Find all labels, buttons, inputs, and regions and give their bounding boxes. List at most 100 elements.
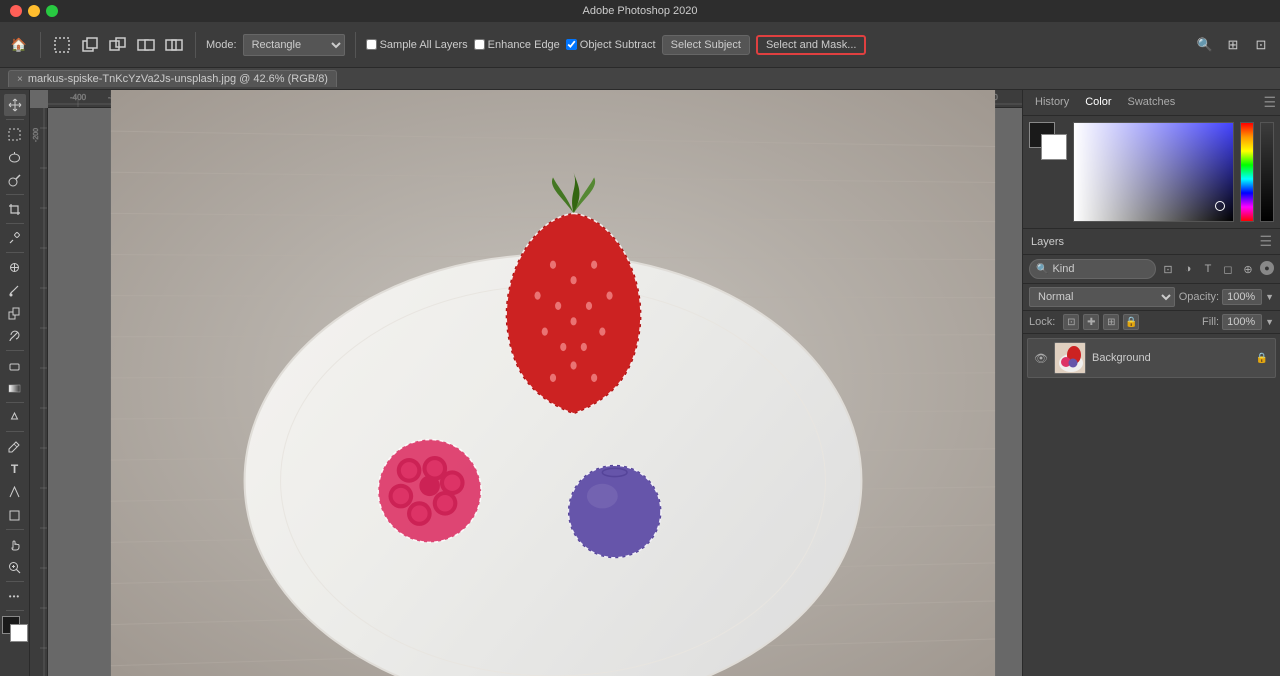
blend-mode-select[interactable]: Normal Multiply Screen (1029, 287, 1175, 307)
gradient-tool-button[interactable] (4, 377, 26, 399)
color-alpha-bar[interactable] (1260, 122, 1274, 222)
search-icon[interactable]: 🔍 (1194, 34, 1216, 56)
tab-color[interactable]: Color (1077, 94, 1119, 112)
layers-list: 👁 Background 🔒 (1023, 334, 1280, 676)
layers-filter-icons: ⊡ ◑ T ◻ ⊕ ● (1160, 261, 1274, 277)
main-area: T ••• (0, 90, 1280, 676)
arrange-icon[interactable]: ⊞ (1222, 34, 1244, 56)
layer-smart-filter-icon[interactable]: ⊕ (1240, 261, 1256, 277)
layer-row[interactable]: 👁 Background 🔒 (1027, 338, 1276, 378)
lock-all-icon[interactable]: 🔒 (1123, 314, 1139, 330)
color-picker-area (1023, 116, 1280, 228)
brush-tool-button[interactable] (4, 279, 26, 301)
layer-shape-filter-icon[interactable]: ◻ (1220, 261, 1236, 277)
tool-separator-3 (6, 223, 24, 224)
object-subtract-group[interactable]: Object Subtract (566, 39, 656, 51)
tab-close-icon[interactable]: × (17, 74, 23, 85)
layer-visibility-toggle[interactable]: 👁 (1034, 351, 1048, 365)
home-icon[interactable]: 🏠 (8, 34, 30, 56)
blur-tool-button[interactable] (4, 406, 26, 428)
tool-separator-8 (6, 529, 24, 530)
expand-icon[interactable]: ⊡ (1250, 34, 1272, 56)
subtract-selection-icon[interactable] (135, 34, 157, 56)
color-spectrum-bar[interactable] (1240, 122, 1254, 222)
tab-history[interactable]: History (1027, 94, 1077, 112)
layer-pixel-filter-icon[interactable]: ⊡ (1160, 261, 1176, 277)
quick-select-tool-button[interactable] (4, 169, 26, 191)
intersect-selection-icon[interactable] (163, 34, 185, 56)
sample-all-layers-group[interactable]: Sample All Layers (366, 39, 468, 51)
select-subject-button[interactable]: Select Subject (662, 35, 750, 55)
layers-blend-opacity-row: Normal Multiply Screen Opacity: ▼ (1023, 284, 1280, 311)
mode-select[interactable]: Rectangle Ellipse Single Row Single Colu… (243, 34, 345, 56)
color-hue-slider[interactable] (1241, 123, 1253, 221)
lock-label: Lock: (1029, 316, 1055, 328)
hand-tool-button[interactable] (4, 533, 26, 555)
crop-tool-button[interactable] (4, 198, 26, 220)
eyedropper-tool-button[interactable] (4, 227, 26, 249)
background-color[interactable] (10, 624, 28, 642)
marquee-tool-button[interactable] (4, 123, 26, 145)
lasso-tool-button[interactable] (4, 146, 26, 168)
opacity-group: Opacity: ▼ (1179, 289, 1274, 305)
lock-artboard-icon[interactable]: ⊞ (1103, 314, 1119, 330)
vertical-ruler: -200 (30, 108, 48, 676)
opacity-chevron-icon[interactable]: ▼ (1265, 292, 1274, 302)
layers-search-input[interactable] (1052, 263, 1149, 275)
color-panel-menu-icon[interactable]: ☰ (1263, 94, 1276, 111)
enhance-edge-group[interactable]: Enhance Edge (474, 39, 560, 51)
add-selection-icon[interactable] (107, 34, 129, 56)
document-tab[interactable]: × markus-spiske-TnKcYzVa2Js-unsplash.jpg… (8, 70, 337, 87)
clone-tool-button[interactable] (4, 302, 26, 324)
layer-filter-toggle[interactable]: ● (1260, 261, 1274, 275)
color-swatches[interactable] (2, 616, 28, 642)
tab-title: markus-spiske-TnKcYzVa2Js-unsplash.jpg @… (28, 73, 328, 85)
layers-panel-menu-icon[interactable]: ☰ (1259, 233, 1272, 250)
opacity-value-input[interactable] (1222, 289, 1262, 305)
traffic-lights (10, 5, 58, 17)
new-selection-icon[interactable] (79, 34, 101, 56)
tools-panel: T ••• (0, 90, 30, 676)
lock-position-icon[interactable]: ✚ (1083, 314, 1099, 330)
layer-type-filter-icon[interactable]: T (1200, 261, 1216, 277)
fg-bg-color-swatches[interactable] (1029, 122, 1067, 160)
sample-all-layers-checkbox[interactable] (366, 39, 377, 50)
healing-tool-button[interactable] (4, 256, 26, 278)
canvas-document[interactable] (48, 90, 1022, 676)
extras-button[interactable]: ••• (4, 585, 26, 607)
object-subtract-checkbox[interactable] (566, 39, 577, 50)
canvas-content (48, 90, 1022, 676)
titlebar: Adobe Photoshop 2020 (0, 0, 1280, 22)
fill-group: Fill: ▼ (1202, 314, 1274, 330)
layers-search-box[interactable]: 🔍 (1029, 259, 1156, 279)
fill-chevron-icon[interactable]: ▼ (1265, 317, 1274, 327)
fill-value-input[interactable] (1222, 314, 1262, 330)
close-button[interactable] (10, 5, 22, 17)
marquee-options-icon[interactable] (51, 34, 73, 56)
tool-separator-9 (6, 581, 24, 582)
color-alpha-gradient[interactable] (1260, 122, 1274, 222)
lock-pixels-icon[interactable]: ⊡ (1063, 314, 1079, 330)
opacity-label: Opacity: (1179, 291, 1219, 303)
zoom-tool-button[interactable] (4, 556, 26, 578)
tab-swatches[interactable]: Swatches (1120, 94, 1184, 112)
history-brush-button[interactable] (4, 325, 26, 347)
layers-filter-row: 🔍 ⊡ ◑ T ◻ ⊕ ● (1023, 255, 1280, 284)
pen-tool-button[interactable] (4, 435, 26, 457)
color-gradient-picker[interactable] (1073, 122, 1234, 222)
layer-adjustment-filter-icon[interactable]: ◑ (1180, 261, 1196, 277)
move-tool-button[interactable] (4, 94, 26, 116)
select-mask-button[interactable]: Select and Mask... (756, 35, 867, 55)
tool-separator-5 (6, 350, 24, 351)
shape-tool-button[interactable] (4, 504, 26, 526)
maximize-button[interactable] (46, 5, 58, 17)
color-gradient-field[interactable] (1074, 123, 1233, 221)
layers-panel-header: Layers ☰ (1023, 229, 1280, 255)
enhance-edge-checkbox[interactable] (474, 39, 485, 50)
eraser-tool-button[interactable] (4, 354, 26, 376)
path-select-button[interactable] (4, 481, 26, 503)
tool-separator-2 (6, 194, 24, 195)
minimize-button[interactable] (28, 5, 40, 17)
type-tool-button[interactable]: T (4, 458, 26, 480)
background-color-swatch[interactable] (1041, 134, 1067, 160)
